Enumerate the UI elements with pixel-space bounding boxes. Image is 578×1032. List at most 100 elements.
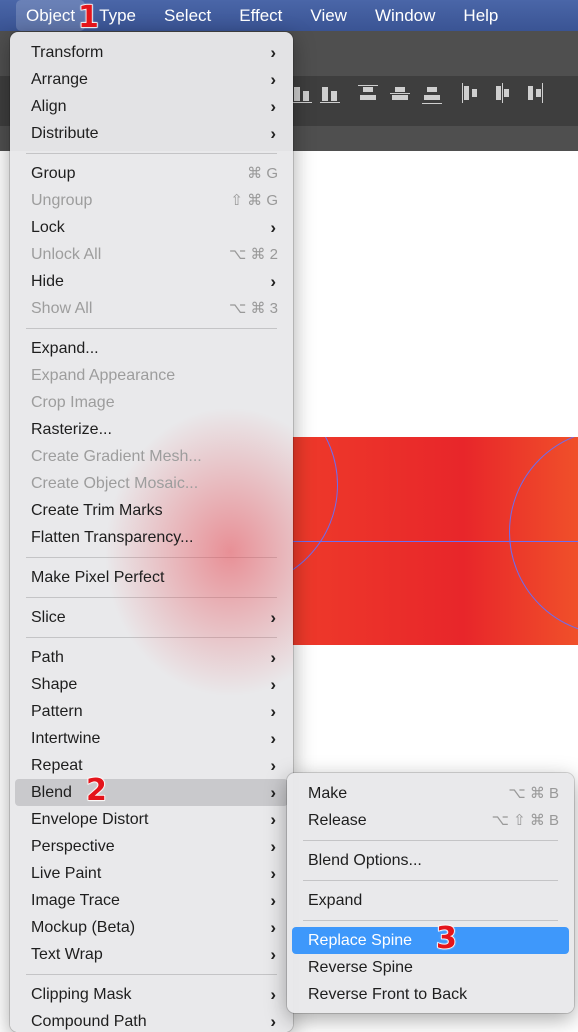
menu-item-rasterize[interactable]: Rasterize... [15, 416, 288, 443]
menu-item-label: Reverse Spine [308, 959, 413, 976]
menu-item-intertwine[interactable]: Intertwine › [15, 725, 288, 752]
menu-item-expand-appearance: Expand Appearance [15, 362, 288, 389]
menu-item-create-trim-marks[interactable]: Create Trim Marks [15, 497, 288, 524]
menu-item-hide[interactable]: Hide › [15, 268, 288, 295]
annotation-step-2: 2 [85, 772, 107, 809]
menu-item-shape[interactable]: Shape › [15, 671, 288, 698]
menu-item-clipping-mask[interactable]: Clipping Mask › [15, 981, 288, 1008]
menu-item-mockup-beta[interactable]: Mockup (Beta) › [15, 914, 288, 941]
menu-item-align[interactable]: Align › [15, 93, 288, 120]
align-icon[interactable] [320, 83, 342, 105]
align-icon[interactable] [492, 83, 514, 105]
menu-item-blend-options[interactable]: Blend Options... [292, 847, 569, 874]
menu-item-compound-path[interactable]: Compound Path › [15, 1008, 288, 1032]
menu-select[interactable]: Select [164, 0, 211, 31]
chevron-right-icon: › [270, 648, 276, 667]
shortcut-label: ⌥ ⌘ 2 [229, 246, 278, 263]
chevron-right-icon: › [270, 124, 276, 143]
chevron-right-icon: › [270, 97, 276, 116]
menu-separator [26, 597, 277, 598]
menu-item-expand[interactable]: Expand... [15, 335, 288, 362]
chevron-right-icon: › [270, 43, 276, 62]
menu-item-label: Pattern [31, 703, 83, 720]
chevron-right-icon: › [270, 218, 276, 237]
menu-item-label: Lock [31, 219, 65, 236]
menu-effect[interactable]: Effect [239, 0, 282, 31]
menu-item-reverse-front-to-back[interactable]: Reverse Front to Back [292, 981, 569, 1008]
menu-item-label: Slice [31, 609, 66, 626]
menu-item-expand[interactable]: Expand [292, 887, 569, 914]
menu-item-label: Unlock All [31, 246, 102, 263]
menu-item-label: Crop Image [31, 394, 115, 411]
menu-item-label: Expand Appearance [31, 367, 176, 384]
menu-item-label: Release [308, 812, 367, 829]
annotation-step-3: 3 [435, 920, 457, 957]
menu-item-release[interactable]: Release ⌥ ⇧ ⌘ B [292, 807, 569, 834]
menu-item-transform[interactable]: Transform › [15, 39, 288, 66]
align-icon[interactable] [524, 83, 546, 105]
menu-item-label: Blend Options... [308, 852, 422, 869]
menu-separator [303, 840, 558, 841]
menu-item-make-pixel-perfect[interactable]: Make Pixel Perfect [15, 564, 288, 591]
chevron-right-icon: › [270, 864, 276, 883]
menu-item-lock[interactable]: Lock › [15, 214, 288, 241]
menu-item-envelope-distort[interactable]: Envelope Distort › [15, 806, 288, 833]
menu-type[interactable]: Type [99, 0, 136, 31]
annotation-step-1: 1 [77, 0, 99, 36]
menu-item-flatten-transparency[interactable]: Flatten Transparency... [15, 524, 288, 551]
menu-separator [26, 328, 277, 329]
object-menu: Transform › Arrange › Align › Distribute › Group… [10, 32, 293, 1032]
shortcut-label: ⌥ ⌘ B [508, 785, 559, 802]
menu-item-label: Blend [31, 784, 72, 801]
menu-item-label: Hide [31, 273, 64, 290]
align-icon[interactable] [422, 83, 444, 105]
menu-item-label: Show All [31, 300, 93, 317]
chevron-right-icon: › [270, 272, 276, 291]
menu-item-label: Create Object Mosaic... [31, 475, 199, 492]
menu-item-live-paint[interactable]: Live Paint › [15, 860, 288, 887]
menu-view[interactable]: View [310, 0, 347, 31]
menu-item-reverse-spine[interactable]: Reverse Spine [292, 954, 569, 981]
menu-item-label: Replace Spine [308, 932, 413, 949]
chevron-right-icon: › [270, 729, 276, 748]
align-icon[interactable] [358, 83, 380, 105]
menu-item-distribute[interactable]: Distribute › [15, 120, 288, 147]
menu-item-pattern[interactable]: Pattern › [15, 698, 288, 725]
menu-item-label: Arrange [31, 71, 88, 88]
artwork-red-rectangle[interactable] [292, 437, 578, 645]
menu-item-text-wrap[interactable]: Text Wrap › [15, 941, 288, 968]
menu-object[interactable]: Object [16, 0, 86, 31]
blend-submenu: Make ⌥ ⌘ B Release ⌥ ⇧ ⌘ B Blend Options... E… [287, 773, 574, 1013]
menu-item-label: Align [31, 98, 67, 115]
shortcut-label: ⇧ ⌘ G [230, 192, 278, 209]
align-icon[interactable] [292, 83, 314, 105]
align-icon[interactable] [390, 83, 412, 105]
menu-item-label: Create Gradient Mesh... [31, 448, 202, 465]
menu-item-label: Intertwine [31, 730, 101, 747]
chevron-right-icon: › [270, 918, 276, 937]
menu-item-ungroup: Ungroup ⇧ ⌘ G [15, 187, 288, 214]
menu-item-label: Shape [31, 676, 78, 693]
menu-item-label: Live Paint [31, 865, 102, 882]
menu-item-arrange[interactable]: Arrange › [15, 66, 288, 93]
menu-item-label: Mockup (Beta) [31, 919, 136, 936]
menu-item-label: Perspective [31, 838, 115, 855]
menu-item-replace-spine[interactable]: Replace Spine [292, 927, 569, 954]
menu-item-perspective[interactable]: Perspective › [15, 833, 288, 860]
menu-item-image-trace[interactable]: Image Trace › [15, 887, 288, 914]
menu-item-path[interactable]: Path › [15, 644, 288, 671]
menu-item-blend[interactable]: Blend › [15, 779, 288, 806]
menu-item-create-object-mosaic: Create Object Mosaic... [15, 470, 288, 497]
menu-item-crop-image: Crop Image [15, 389, 288, 416]
menu-item-slice[interactable]: Slice › [15, 604, 288, 631]
menu-item-label: Path [31, 649, 64, 666]
menu-item-repeat[interactable]: Repeat › [15, 752, 288, 779]
chevron-right-icon: › [270, 675, 276, 694]
shortcut-label: ⌘ G [247, 165, 278, 182]
chevron-right-icon: › [270, 756, 276, 775]
menu-help[interactable]: Help [463, 0, 498, 31]
align-icon[interactable] [460, 83, 482, 105]
menu-item-make[interactable]: Make ⌥ ⌘ B [292, 780, 569, 807]
menu-item-group[interactable]: Group ⌘ G [15, 160, 288, 187]
menu-window[interactable]: Window [375, 0, 435, 31]
